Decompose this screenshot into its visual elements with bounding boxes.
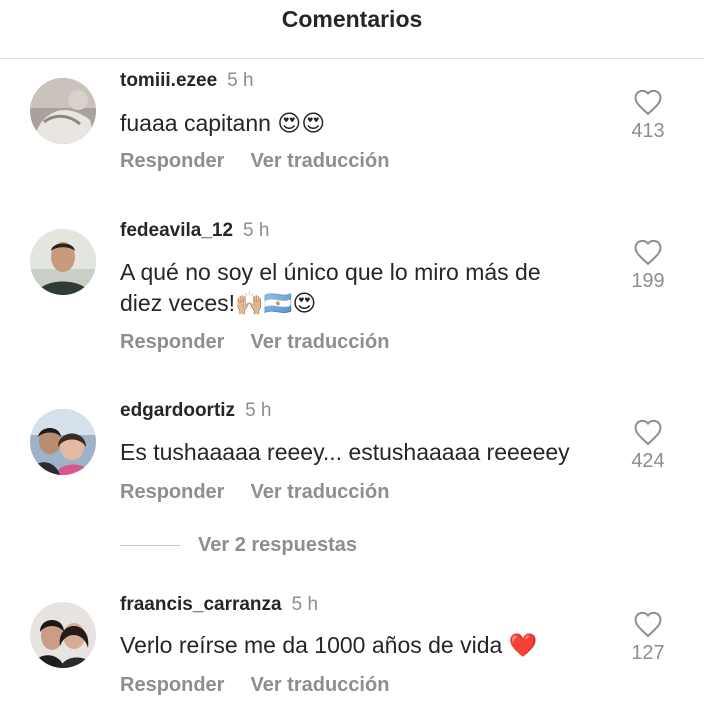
comment-username[interactable]: edgardoortiz 5 h (120, 400, 271, 422)
like-count: 127 (631, 642, 665, 664)
comment-actions: Responder Ver traducción (120, 674, 389, 697)
reply-button[interactable]: Responder (120, 481, 224, 503)
like-control: 424 (628, 418, 668, 473)
comment-text: Es tushaaaaa reeey... estushaaaaa reeeee… (120, 437, 620, 468)
avatar[interactable] (30, 78, 96, 144)
heart-outline-icon[interactable] (633, 88, 663, 116)
avatar[interactable] (30, 602, 96, 668)
comment-actions: Responder Ver traducción (120, 481, 389, 504)
comment-text-line: fuaaa capitann 😍😍 (120, 110, 326, 136)
comment-actions: Responder Ver traducción (120, 150, 389, 173)
view-replies-label: Ver 2 respuestas (198, 534, 357, 556)
comment-actions: Responder Ver traducción (120, 331, 389, 354)
comment-text: A qué no soy el único que lo miro más de… (120, 257, 620, 319)
comment-time: 5 h (245, 400, 272, 421)
reply-button[interactable]: Responder (120, 674, 224, 696)
page-title: Comentarios (281, 6, 423, 32)
comments-header: Comentarios (0, 0, 704, 59)
comment-text-line: A qué no soy el único que lo miro más de (120, 259, 541, 285)
comment-text-line: Es tushaaaaa reeey... estushaaaaa reeeee… (120, 439, 570, 465)
comment-username[interactable]: fedeavila_12 5 h (120, 220, 269, 242)
reply-button[interactable]: Responder (120, 150, 224, 172)
avatar[interactable] (30, 409, 96, 475)
heart-outline-icon[interactable] (633, 238, 663, 266)
like-count: 413 (631, 120, 665, 142)
translate-button[interactable]: Ver traducción (250, 150, 389, 172)
comment-text: fuaaa capitann 😍😍 (120, 108, 620, 139)
view-replies-button[interactable]: Ver 2 respuestas (120, 534, 357, 562)
reply-button[interactable]: Responder (120, 331, 224, 353)
comment-text-line: diez veces!🙌🏼🇦🇷😍 (120, 290, 317, 316)
translate-button[interactable]: Ver traducción (250, 674, 389, 696)
translate-button[interactable]: Ver traducción (250, 481, 389, 503)
comment-username[interactable]: tomiii.ezee 5 h (120, 70, 254, 92)
like-count: 199 (631, 270, 665, 292)
comment-time: 5 h (291, 594, 319, 615)
avatar[interactable] (30, 229, 96, 295)
comment-text-line: Verlo reírse me da 1000 años de vida ❤️ (120, 632, 538, 658)
like-control: 199 (628, 238, 668, 293)
comment-time: 5 h (227, 70, 254, 91)
heart-outline-icon[interactable] (633, 610, 663, 638)
translate-button[interactable]: Ver traducción (250, 331, 389, 353)
replies-divider (120, 545, 180, 547)
comment-text: Verlo reírse me da 1000 años de vida ❤️ (120, 630, 620, 661)
comments-screen: Comentarios tomiii.ezee 5 h fuaaa capitan… (0, 0, 704, 720)
comment-time: 5 h (243, 220, 270, 241)
like-count: 424 (631, 450, 665, 472)
like-control: 413 (628, 88, 668, 143)
heart-outline-icon[interactable] (633, 418, 663, 446)
like-control: 127 (628, 610, 668, 665)
comment-username[interactable]: fraancis_carranza 5 h (120, 594, 318, 616)
